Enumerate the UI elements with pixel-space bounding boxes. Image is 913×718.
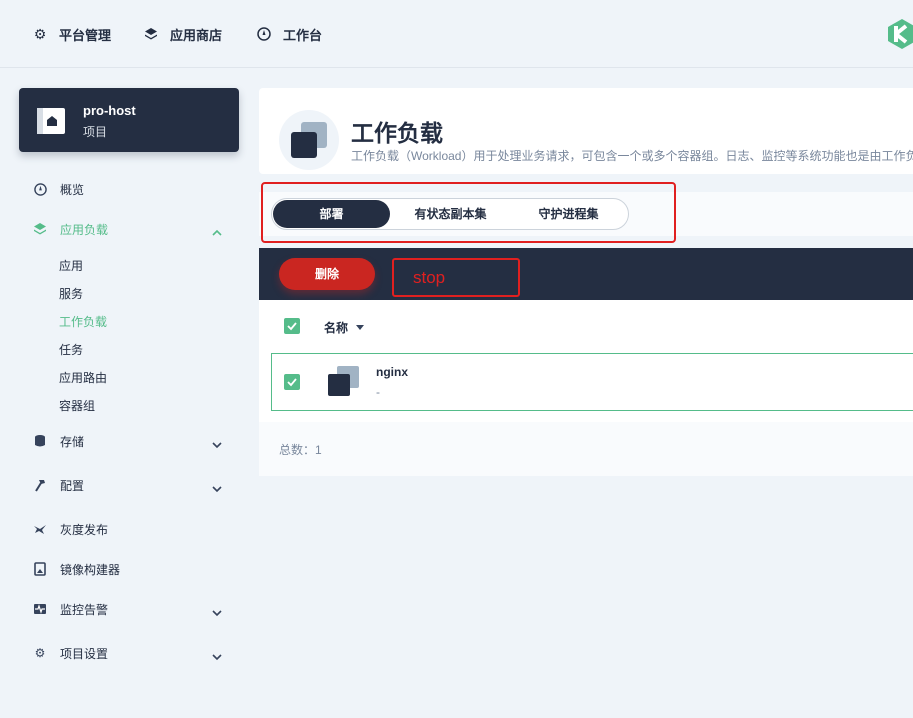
delete-button[interactable]: 删除: [279, 258, 375, 290]
sidebar-item-label: 概览: [60, 182, 85, 197]
nav-label: 工作台: [283, 27, 323, 43]
hammer-icon: [33, 478, 47, 492]
nav-label: 应用商店: [170, 27, 223, 43]
page-title: 工作负载: [351, 120, 443, 146]
sidebar-subitem-jobs[interactable]: 任务: [59, 341, 83, 358]
column-header-label: 名称: [324, 321, 349, 335]
dashboard-icon: [257, 27, 271, 41]
sidebar-item-monitoring[interactable]: 监控告警: [33, 599, 108, 619]
sidebar-item-label: 监控告警: [60, 602, 109, 617]
layers-icon: [144, 27, 158, 41]
table-row[interactable]: [271, 353, 913, 411]
chevron-up-icon[interactable]: [211, 226, 223, 238]
gear-icon: ⚙: [34, 646, 46, 660]
bird-icon: [33, 522, 47, 536]
sidebar-subitem-apps[interactable]: 应用: [59, 257, 83, 274]
workload-icon: [279, 110, 339, 170]
sidebar-item-label: 镜像构建器: [60, 562, 121, 577]
project-card[interactable]: pro-host 项目: [19, 88, 239, 152]
sidebar-item-config[interactable]: 配置: [33, 475, 84, 495]
row-checkbox[interactable]: [284, 374, 300, 390]
sidebar-subitem-routes[interactable]: 应用路由: [59, 369, 107, 386]
chevron-down-icon[interactable]: [211, 650, 223, 662]
sidebar-item-grayscale-release[interactable]: 灰度发布: [33, 519, 108, 539]
project-name: pro-host: [83, 103, 136, 118]
workload-row-icon: [325, 364, 365, 400]
nav-app-store[interactable]: 应用商店: [144, 24, 222, 44]
nav-label: 平台管理: [59, 27, 112, 43]
workload-name-link[interactable]: nginx: [376, 365, 408, 379]
chevron-down-icon[interactable]: [211, 438, 223, 450]
top-nav: ⚙ 平台管理 应用商店 工作台: [0, 0, 913, 68]
kubesphere-logo[interactable]: [886, 18, 913, 50]
sidebar-item-label: 灰度发布: [60, 522, 109, 537]
image-builder-icon: [33, 562, 47, 576]
annotation-text: stop: [413, 268, 446, 287]
table-footer: [259, 422, 913, 476]
sidebar-item-label: 配置: [60, 478, 85, 493]
sidebar-item-storage[interactable]: 存储: [33, 431, 84, 451]
layers-icon: [33, 222, 47, 236]
column-header-name[interactable]: 名称: [324, 319, 365, 336]
nav-platform-management[interactable]: ⚙ 平台管理: [33, 24, 111, 44]
project-icon: [35, 104, 67, 136]
nav-workbench[interactable]: 工作台: [257, 24, 322, 44]
sidebar-item-project-settings[interactable]: ⚙ 项目设置: [33, 643, 108, 663]
sidebar-item-overview[interactable]: 概览: [33, 179, 84, 199]
sidebar-item-image-builder[interactable]: 镜像构建器: [33, 559, 120, 579]
project-type: 项目: [83, 125, 108, 139]
total-count: 总数：1: [279, 443, 322, 457]
sidebar-subitem-pods[interactable]: 容器组: [59, 397, 95, 414]
sidebar-item-label: 存储: [60, 434, 85, 449]
sidebar-item-app-workloads[interactable]: 应用负载: [33, 219, 108, 239]
sidebar-subitem-services[interactable]: 服务: [59, 285, 83, 302]
sidebar-subitem-workloads[interactable]: 工作负载: [59, 313, 107, 330]
sidebar-item-label: 项目设置: [60, 646, 109, 661]
annotation-box: [392, 258, 520, 297]
sort-caret-icon: [356, 325, 365, 330]
sidebar-item-label: 应用负载: [60, 222, 109, 237]
gear-icon: ⚙: [33, 25, 47, 42]
annotation-highlight-box: [261, 182, 676, 243]
dashboard-icon: [33, 182, 47, 196]
page-description: 工作负载（Workload）用于处理业务请求，可包含一个或多个容器组。日志、监控…: [351, 149, 913, 163]
monitor-icon: [33, 602, 47, 616]
chevron-down-icon[interactable]: [211, 482, 223, 494]
database-icon: [33, 434, 47, 448]
chevron-down-icon[interactable]: [211, 606, 223, 618]
select-all-checkbox[interactable]: [284, 318, 300, 334]
workload-description: -: [376, 385, 380, 399]
